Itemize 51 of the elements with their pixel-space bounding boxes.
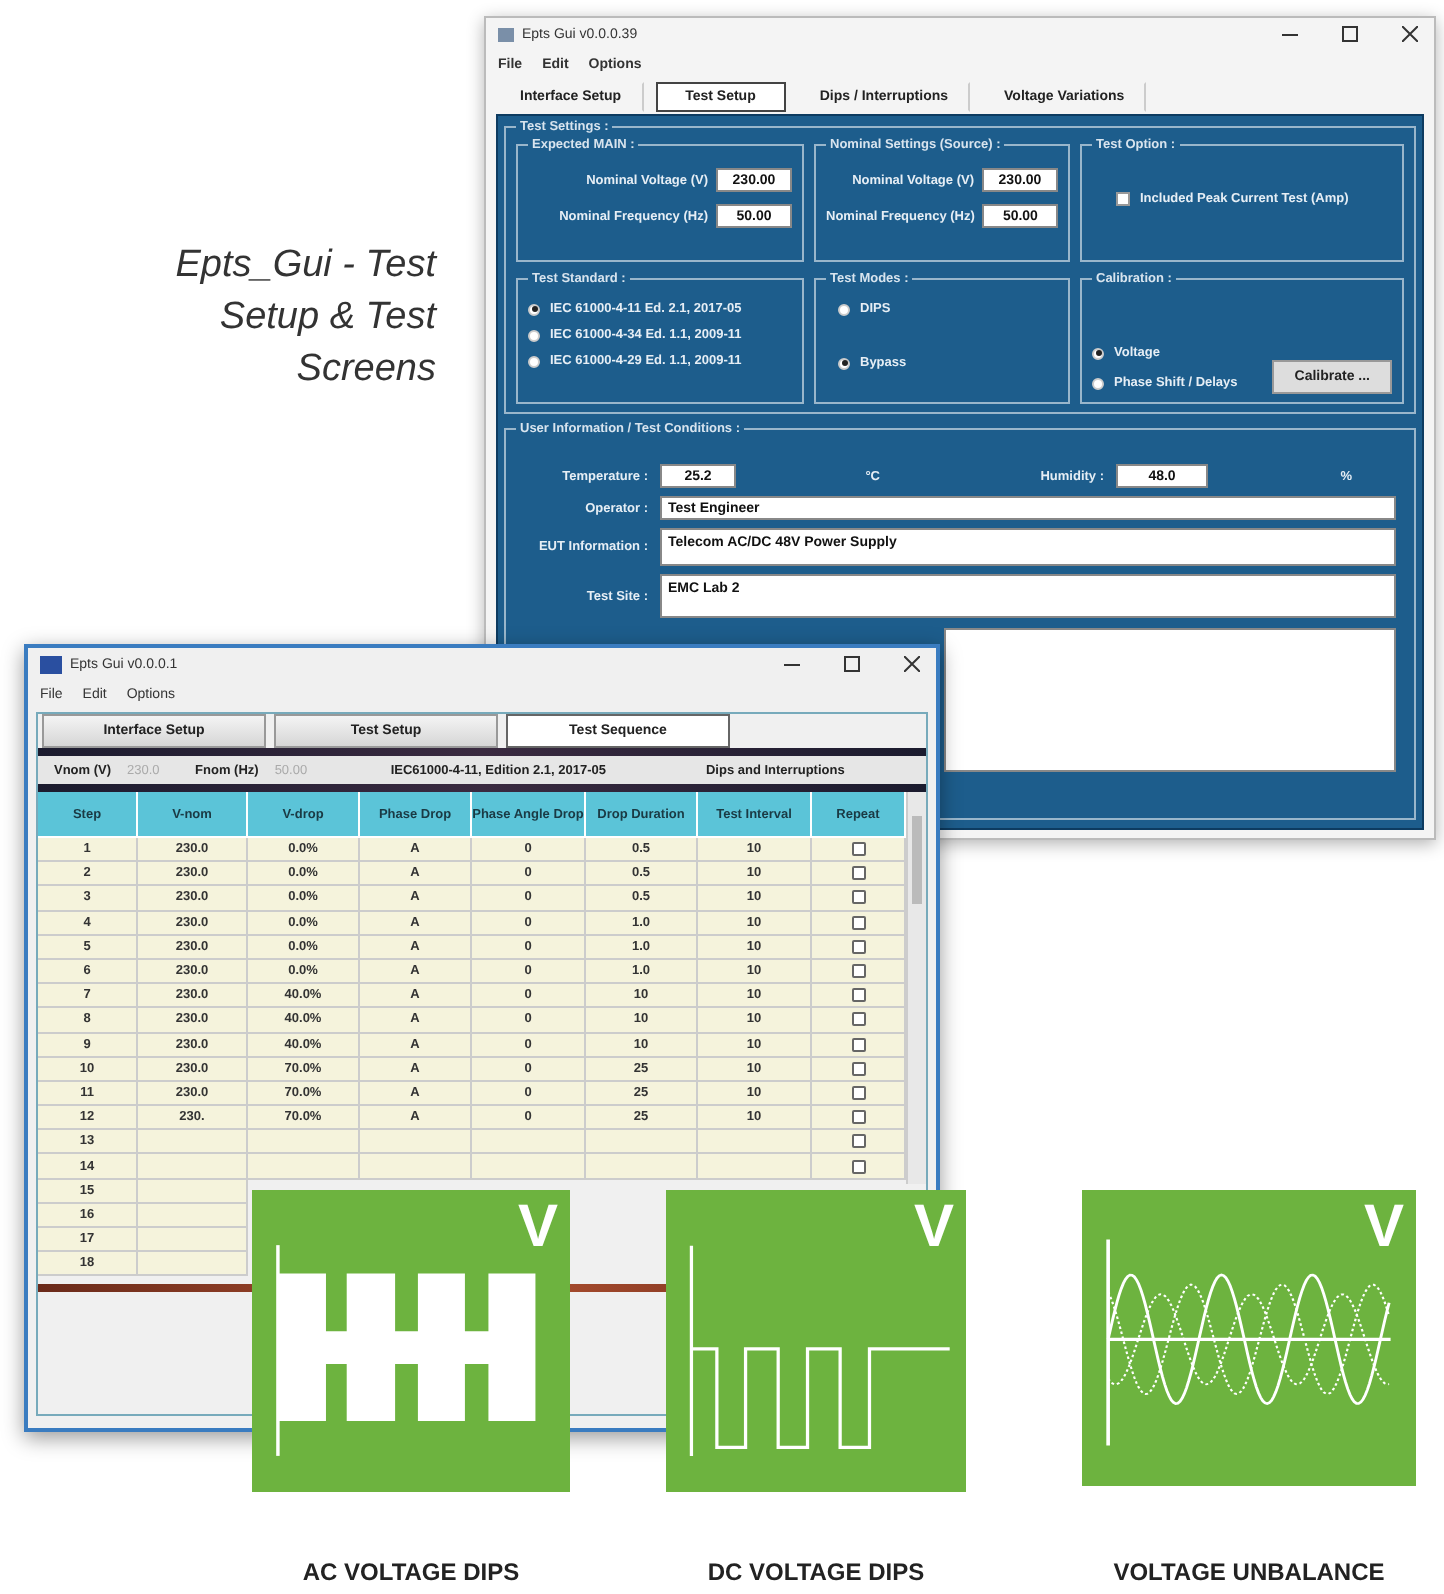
table-cell [360, 1130, 472, 1155]
checkbox[interactable] [851, 890, 865, 905]
radio-button[interactable] [528, 329, 540, 341]
checkbox[interactable] [851, 1012, 865, 1027]
checkbox[interactable] [851, 964, 865, 979]
voltage-symbol: V [1363, 1198, 1404, 1258]
heading: Epts_Gui - Test Setup & Test Screens [173, 242, 436, 394]
radio-button[interactable] [1092, 347, 1104, 359]
table-cell [138, 1179, 248, 1204]
table-cell [138, 1203, 248, 1228]
scrollbar[interactable] [906, 792, 926, 1184]
table-cell [472, 1130, 586, 1155]
close-icon[interactable] [1402, 26, 1418, 42]
table-cell [248, 1154, 360, 1180]
checkbox[interactable] [851, 866, 865, 881]
checkbox[interactable] [851, 939, 865, 954]
checkbox[interactable] [851, 842, 865, 857]
table-cell [360, 1154, 472, 1180]
maximize-icon[interactable] [844, 656, 860, 672]
checkbox[interactable] [851, 1159, 865, 1174]
app-icon [498, 27, 514, 41]
radio-button[interactable] [838, 303, 850, 315]
radio-button[interactable] [1092, 377, 1104, 389]
table-cell [586, 1154, 698, 1180]
table-cell [472, 1154, 586, 1180]
checkbox[interactable] [851, 988, 865, 1003]
voltage-symbol: V [913, 1198, 954, 1258]
checkbox[interactable] [851, 1110, 865, 1125]
radio-button[interactable] [838, 357, 850, 369]
checkbox[interactable] [851, 1085, 865, 1100]
tile-caption: AC VOLTAGE DIPS [300, 1558, 522, 1586]
checkbox[interactable] [851, 915, 865, 930]
radio-button[interactable] [528, 303, 540, 315]
checkbox[interactable] [851, 1061, 865, 1076]
tile-caption: DC VOLTAGE DIPS [705, 1558, 927, 1586]
maximize-icon[interactable] [1342, 26, 1358, 42]
table-cell [138, 1252, 248, 1277]
tile-caption: VOLTAGE UNBALANCE [1111, 1558, 1387, 1586]
table-cell [138, 1228, 248, 1253]
app-icon [40, 655, 62, 673]
radio-button[interactable] [528, 355, 540, 367]
close-icon[interactable] [904, 656, 920, 672]
checkbox[interactable] [851, 1134, 865, 1149]
voltage-symbol: V [517, 1198, 558, 1258]
table-cell [248, 1130, 360, 1155]
table-cell [138, 1130, 248, 1155]
checkbox[interactable] [1116, 192, 1130, 206]
table-cell [138, 1154, 248, 1180]
text-area[interactable] [944, 628, 1396, 772]
table-cell [586, 1130, 698, 1155]
checkbox[interactable] [851, 1037, 865, 1052]
